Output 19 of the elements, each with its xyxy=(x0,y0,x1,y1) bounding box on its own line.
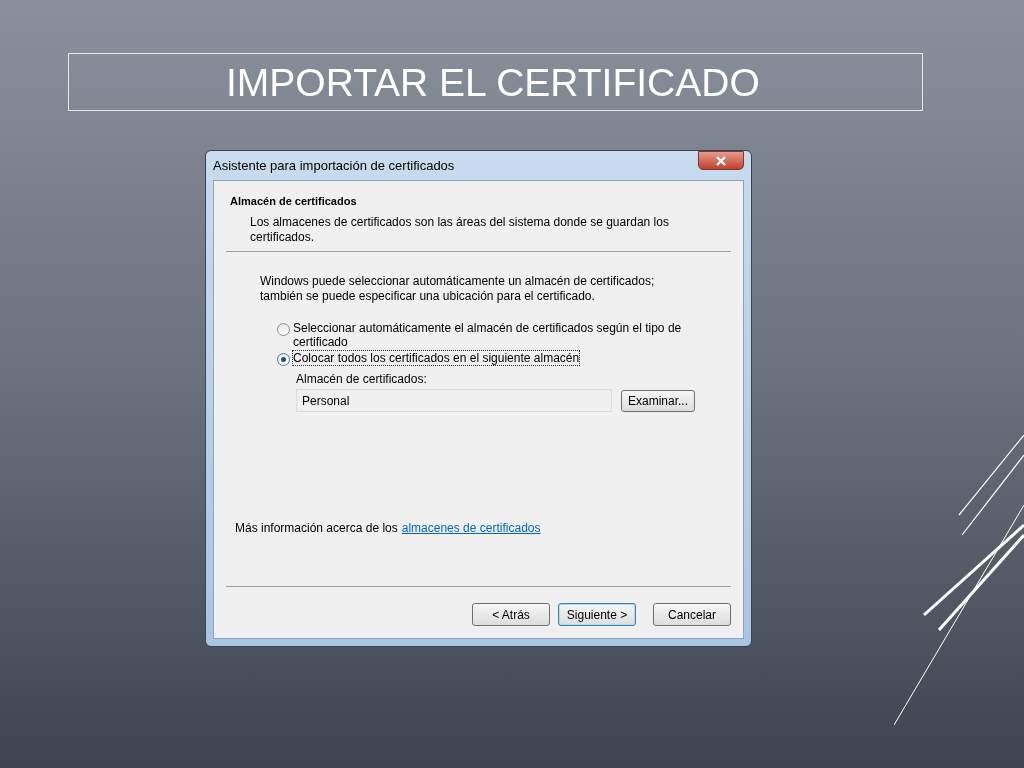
radio-label[interactable]: Colocar todos los certificados en el siguiente almacén xyxy=(293,351,580,365)
field-label: Almacén de certificados: xyxy=(296,372,428,386)
browse-button[interactable]: Examinar... xyxy=(621,389,696,412)
store-field[interactable]: Personal xyxy=(296,389,612,412)
section-description: Los almacenes de certificados son las áreas del sistema donde se guardan los certificados. xyxy=(249,215,670,245)
radio-label[interactable]: Seleccionar automáticamente el almacén de certificados según el tipo de certificado xyxy=(293,321,693,349)
wizard-button[interactable]: Siguiente > xyxy=(558,603,636,626)
wizard-button[interactable]: < Atrás xyxy=(472,603,550,626)
close-icon xyxy=(715,155,727,166)
info-text: Más información acerca de los xyxy=(235,521,398,535)
window-title: Asistente para importación de certificados xyxy=(213,158,455,173)
section-heading: Almacén de certificados xyxy=(230,195,358,207)
wizard-button[interactable]: Cancelar xyxy=(653,603,731,626)
info-link[interactable]: almacenes de certificados xyxy=(401,521,541,535)
close-button[interactable] xyxy=(698,151,744,170)
intro-text: Windows puede seleccionar automáticamente un almacén de certificados; también se puede especificar una ubicación para el certificado. xyxy=(259,274,656,304)
radio-button[interactable] xyxy=(277,353,290,366)
slide-title: IMPORTAR EL CERTIFICADO xyxy=(68,53,923,111)
radio-button[interactable] xyxy=(277,323,290,336)
